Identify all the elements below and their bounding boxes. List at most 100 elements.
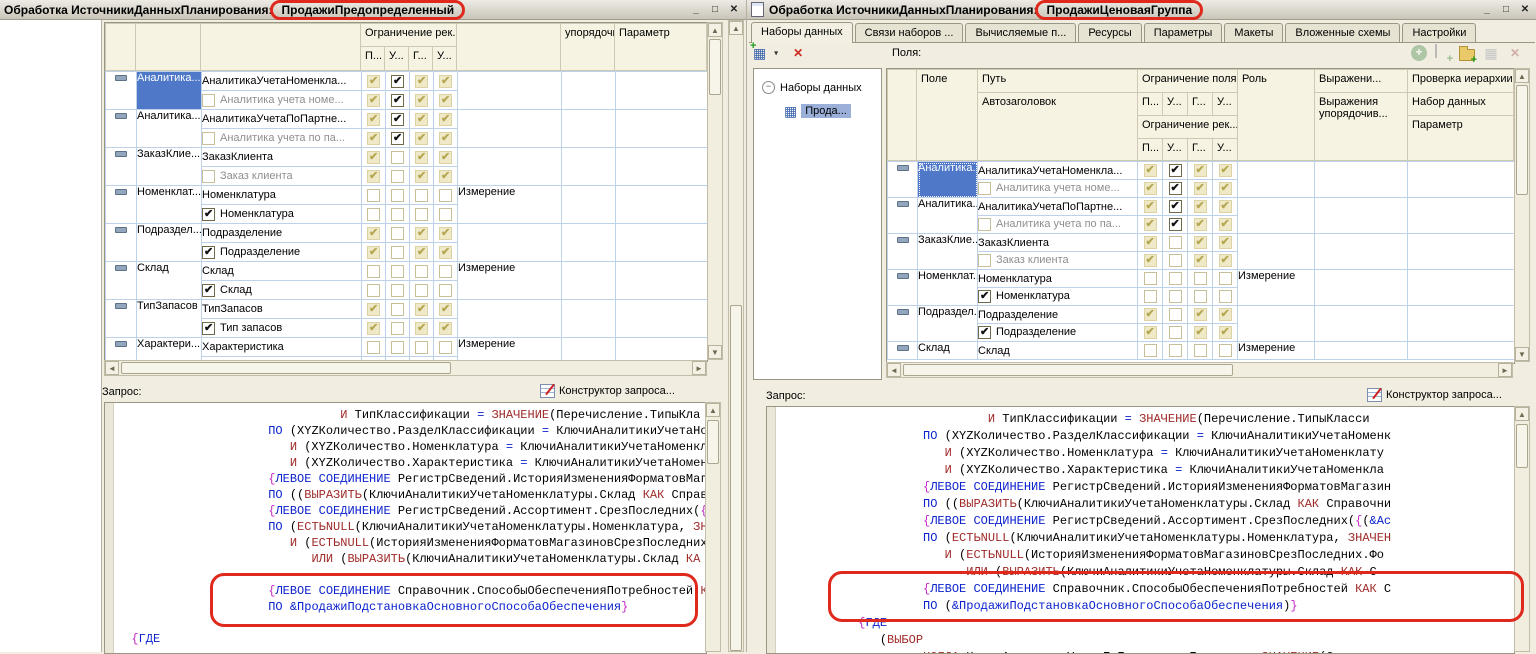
scroll-up-icon[interactable]: ▲ (1515, 407, 1529, 421)
checkbox-unchecked[interactable] (391, 284, 404, 297)
delete-dataset-icon[interactable]: ✕ (793, 46, 803, 60)
delete-field-icon[interactable]: ✕ (1507, 45, 1523, 61)
fields-table-hscrollbar[interactable]: ◄ ► (104, 360, 707, 376)
query-vscrollbar[interactable]: ▲ (705, 402, 721, 652)
path-cell[interactable]: Подразделение (202, 224, 362, 243)
query-text-area[interactable]: И ТипКлассификации = ЗНАЧЕНИЕ(Перечислен… (766, 406, 1515, 654)
autoheader-cell[interactable]: Заказ клиента (978, 252, 1138, 270)
autoheader-cell[interactable]: Склад (202, 281, 362, 300)
scroll-right-icon[interactable]: ► (1498, 363, 1512, 377)
field-row[interactable]: Аналитика...АналитикаУчетаПоПартне... (888, 198, 1515, 216)
scroll-right-icon[interactable]: ► (692, 361, 706, 375)
autoheader-cell[interactable]: Аналитика учета по па... (978, 216, 1138, 234)
minimize-icon[interactable]: _ (1479, 3, 1495, 17)
field-row[interactable]: ТипЗапасовТипЗапасов (106, 300, 708, 319)
checkbox-unchecked[interactable] (978, 182, 991, 195)
checkbox-unchecked[interactable] (391, 341, 404, 354)
checkbox-checked[interactable] (391, 113, 404, 126)
checkbox-unchecked[interactable] (439, 208, 452, 221)
checkbox-checked[interactable] (391, 75, 404, 88)
checkbox-unchecked[interactable] (1144, 290, 1157, 303)
role-cell[interactable]: Измерение (1238, 270, 1315, 306)
col-header-g[interactable]: Г... (408, 46, 433, 71)
path-cell[interactable]: Номенклатура (202, 186, 362, 205)
role-cell[interactable] (458, 110, 562, 148)
dropdown-arrow-icon[interactable]: ▾ (774, 49, 778, 58)
query-text-area[interactable]: И ТипКлассификации = ЗНАЧЕНИЕ(Перечислен… (104, 402, 707, 654)
role-cell[interactable] (458, 148, 562, 186)
tab-5[interactable]: Параметры (1144, 23, 1223, 42)
checkbox-checked[interactable] (1169, 182, 1182, 195)
field-row[interactable]: Аналитика...АналитикаУчетаНоменкла... (106, 72, 708, 91)
field-row[interactable]: СкладСкладИзмерение (888, 342, 1515, 360)
add-table-icon[interactable]: ▦ (1483, 45, 1499, 61)
checkbox-unchecked[interactable] (391, 246, 404, 259)
checkbox-unchecked[interactable] (1144, 272, 1157, 285)
autoheader-cell[interactable]: Тип запасов (202, 319, 362, 338)
collapse-icon[interactable]: − (762, 81, 775, 94)
checkbox-unchecked[interactable] (367, 265, 380, 278)
checkbox-unchecked[interactable] (1194, 344, 1207, 357)
path-cell[interactable]: АналитикаУчетаНоменкла... (978, 162, 1138, 180)
checkbox-unchecked[interactable] (1219, 290, 1232, 303)
checkbox-checked[interactable] (1169, 164, 1182, 177)
path-cell[interactable]: АналитикаУчетаПоПартне... (202, 110, 362, 129)
copy-field-icon[interactable] (1435, 45, 1451, 61)
col-header-u2[interactable]: У... (1212, 92, 1238, 116)
col-header-u3[interactable]: У... (1162, 138, 1188, 161)
path-cell[interactable]: ЗаказКлиента (202, 148, 362, 167)
field-name-cell[interactable]: Склад (918, 342, 978, 360)
field-row[interactable]: Аналитика...АналитикаУчетаПоПартне... (106, 110, 708, 129)
scroll-left-icon[interactable]: ◄ (887, 363, 901, 377)
col-header-p[interactable]: П... (1137, 92, 1163, 116)
col-header-path[interactable]: Путь (977, 69, 1138, 93)
col-header-expr[interactable]: Выражени... (1314, 69, 1408, 93)
checkbox-checked[interactable] (1169, 218, 1182, 231)
field-row[interactable]: Номенклат...НоменклатураИзмерение (888, 270, 1515, 288)
col-header-u[interactable]: У... (1162, 92, 1188, 116)
checkbox-unchecked[interactable] (1169, 272, 1182, 285)
datasets-tree-panel[interactable] (0, 20, 102, 652)
field-name-cell[interactable]: ТипЗапасов (137, 300, 202, 338)
field-row[interactable]: ЗаказКлие...ЗаказКлиента (888, 234, 1515, 252)
scroll-down-icon[interactable]: ▼ (708, 345, 722, 359)
close-icon[interactable]: ✕ (1517, 3, 1533, 17)
scroll-left-icon[interactable]: ◄ (105, 361, 119, 375)
checkbox-checked[interactable] (978, 326, 991, 339)
checkbox-checked[interactable] (978, 290, 991, 303)
autoheader-cell[interactable]: Заказ клиента (202, 167, 362, 186)
col-header-rec-limit[interactable]: Ограничение рек... (360, 23, 457, 47)
checkbox-unchecked[interactable] (391, 227, 404, 240)
add-folder-icon[interactable] (1459, 45, 1475, 61)
checkbox-unchecked[interactable] (391, 265, 404, 278)
field-name-cell[interactable]: Номенклат... (137, 186, 202, 224)
checkbox-unchecked[interactable] (1169, 344, 1182, 357)
field-row[interactable]: СкладСкладИзмерение (106, 262, 708, 281)
fields-table-hscrollbar[interactable]: ◄ ► (886, 362, 1513, 378)
tab-3[interactable]: Вычисляемые п... (965, 23, 1076, 42)
autoheader-cell[interactable]: Аналитика учета по па... (202, 129, 362, 148)
col-header-u4[interactable]: У... (1212, 138, 1238, 161)
field-row[interactable]: Характери...ХарактеристикаИзмерение (106, 338, 708, 357)
field-name-cell[interactable]: Аналитика... (918, 198, 978, 234)
field-name-cell[interactable]: Характери... (137, 338, 202, 361)
checkbox-unchecked[interactable] (439, 341, 452, 354)
field-name-cell[interactable]: Номенклат... (918, 270, 978, 306)
col-header-dataset[interactable]: Набор данных (1407, 92, 1514, 116)
maximize-icon[interactable]: □ (1498, 3, 1514, 17)
path-cell[interactable]: Подразделение (978, 306, 1138, 324)
add-dataset-button[interactable]: ▦ + (753, 45, 771, 61)
checkbox-unchecked[interactable] (391, 151, 404, 164)
col-header-field-limit[interactable]: Ограничение поля (1137, 69, 1238, 93)
checkbox-checked[interactable] (202, 322, 215, 335)
col-header-field[interactable]: Поле (916, 69, 978, 161)
field-name-cell[interactable]: Склад (137, 262, 202, 300)
path-cell[interactable]: ТипЗапасов (202, 300, 362, 319)
autoheader-cell[interactable]: Аналитика учета номе... (202, 91, 362, 110)
path-cell[interactable]: АналитикаУчетаНоменкла... (202, 72, 362, 91)
checkbox-unchecked[interactable] (978, 218, 991, 231)
checkbox-unchecked[interactable] (367, 284, 380, 297)
checkbox-checked[interactable] (391, 132, 404, 145)
role-cell[interactable]: Измерение (1238, 342, 1315, 360)
checkbox-unchecked[interactable] (202, 94, 215, 107)
